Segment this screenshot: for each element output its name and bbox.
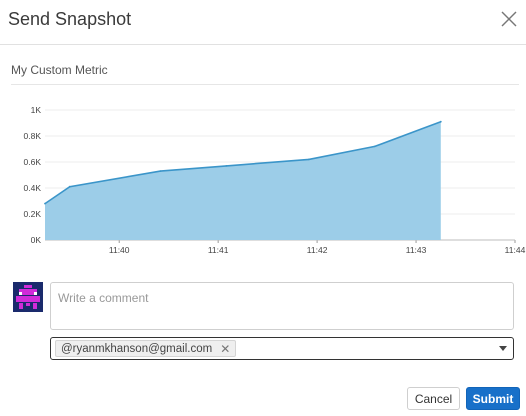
recipient-chip: @ryanmkhanson@gmail.com ✕ — [55, 340, 237, 357]
dialog-title: Send Snapshot — [8, 9, 132, 29]
y-tick-label: 0.4K — [24, 183, 42, 193]
data-point — [44, 202, 46, 205]
x-tick-label: 11:42 — [307, 245, 328, 255]
data-point — [159, 170, 162, 173]
y-tick-label: 0K — [31, 235, 42, 245]
cancel-button[interactable]: Cancel — [407, 387, 460, 410]
data-point — [68, 185, 71, 188]
y-tick-label: 0.2K — [24, 209, 42, 219]
remove-recipient-icon[interactable]: ✕ — [220, 343, 230, 355]
data-point — [439, 120, 442, 123]
data-point — [373, 145, 376, 148]
close-icon[interactable] — [500, 10, 518, 28]
user-avatar — [13, 282, 43, 312]
submit-button[interactable]: Submit — [466, 387, 520, 410]
x-tick-label: 11:40 — [109, 245, 130, 255]
x-tick-label: 11:41 — [208, 245, 229, 255]
comment-input[interactable] — [50, 282, 514, 330]
x-tick-label: 11:44 — [505, 245, 526, 255]
recipients-dropdown-caret-icon[interactable] — [499, 346, 507, 351]
metric-divider — [11, 84, 519, 85]
y-tick-label: 0.8K — [24, 131, 42, 141]
recipient-chip-label: @ryanmkhanson@gmail.com — [61, 342, 213, 355]
dialog-header: Send Snapshot — [0, 0, 526, 45]
y-tick-label: 0.6K — [24, 157, 42, 167]
metric-title: My Custom Metric — [11, 63, 108, 77]
x-tick-label: 11:43 — [406, 245, 427, 255]
data-point — [225, 165, 228, 167]
metric-chart: 0K 0.2K 0.4K 0.6K 0.8K 1K 11:40 11:41 11:42 11:43… — [24, 105, 526, 255]
recipients-field[interactable]: @ryanmkhanson@gmail.com ✕ — [50, 337, 514, 360]
y-tick-label: 1K — [31, 105, 42, 115]
data-point — [307, 158, 310, 161]
